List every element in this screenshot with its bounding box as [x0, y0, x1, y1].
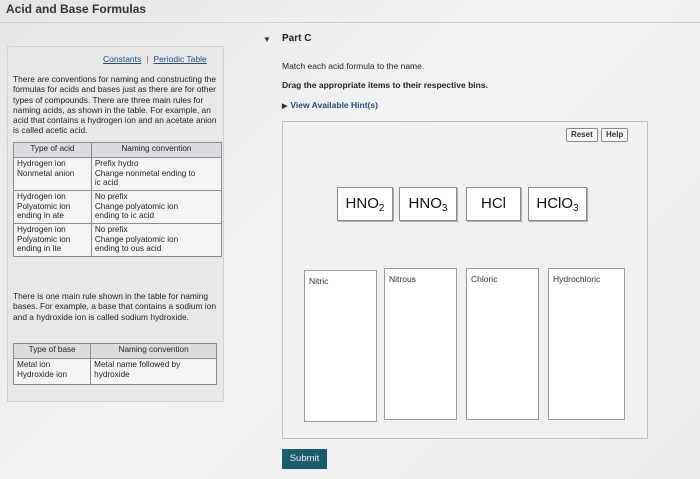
instruction-text: Match each acid formula to the name. [282, 61, 425, 71]
table-cell: Hydrogen ion Polyatomic ion ending in at… [13, 190, 92, 224]
submit-button[interactable]: Submit [282, 449, 327, 469]
table-cell: Hydrogen ion Polyatomic ion ending in it… [13, 223, 92, 257]
view-hints-label: View Available Hint(s) [290, 100, 378, 110]
view-hints-link[interactable]: ▶ View Available Hint(s) [282, 100, 378, 110]
drop-bin-nitric[interactable]: Nitric [304, 270, 377, 422]
help-button[interactable]: Help [601, 128, 629, 142]
tile-formula: HNO [345, 195, 379, 212]
periodic-table-link[interactable]: Periodic Table [154, 54, 207, 64]
tile-formula: HCl [481, 195, 506, 212]
table-cell: Hydrogen ion Nonmetal anion [13, 157, 92, 191]
drop-bin-chloric[interactable]: Chloric [466, 268, 539, 420]
resource-links: Constants | Periodic Table [103, 54, 207, 64]
bin-label: Hydrochloric [553, 274, 601, 284]
table-cell: No prefix Change polyatomic ion ending t… [90, 190, 223, 224]
drop-bin-nitrous[interactable]: Nitrous [384, 268, 457, 420]
base-naming-table: Type of base Naming convention Metal ion… [12, 343, 217, 385]
tile-formula: HClO [536, 195, 574, 212]
link-separator: | [146, 54, 149, 64]
table-row: Hydrogen ion Nonmetal anion Prefix hydro… [13, 157, 223, 191]
base-table-header-convention: Naming convention [90, 343, 217, 359]
table-cell: No prefix Change polyatomic ion ending t… [90, 223, 223, 257]
table-cell: Metal name followed by hydroxide [90, 358, 217, 385]
acid-table-header-convention: Naming convention [90, 142, 223, 158]
acid-table-header-type: Type of acid [13, 142, 92, 158]
constants-link[interactable]: Constants [103, 54, 141, 64]
table-row: Hydrogen ion Polyatomic ion ending in at… [13, 190, 223, 224]
drag-instruction-text: Drag the appropriate items to their resp… [282, 80, 488, 90]
bin-label: Nitric [309, 276, 329, 286]
draggable-tile-hno3[interactable]: HNO3 [399, 187, 457, 221]
divider [0, 22, 700, 23]
expand-triangle-icon: ▶ [282, 103, 288, 110]
drag-drop-workspace: Reset Help HNO2 HNO3 HCl HClO3 Nitric Ni… [282, 121, 648, 439]
base-intro-paragraph: There is one main rule shown in the tabl… [13, 291, 216, 322]
drop-bin-hydrochloric[interactable]: Hydrochloric [548, 268, 625, 420]
draggable-tile-hno2[interactable]: HNO2 [337, 187, 393, 221]
table-row: Hydrogen ion Polyatomic ion ending in it… [13, 223, 223, 257]
draggable-tile-hcl[interactable]: HCl [466, 187, 521, 221]
acid-naming-table: Type of acid Naming convention Hydrogen … [13, 142, 223, 257]
bin-label: Nitrous [389, 274, 416, 284]
tile-formula: HNO [408, 195, 442, 212]
bin-label: Chloric [471, 274, 498, 284]
tile-subscript: 3 [441, 203, 448, 214]
tile-subscript: 3 [573, 203, 579, 214]
page-title: Acid and Base Formulas [6, 2, 147, 16]
collapse-caret-icon[interactable]: ▼ [263, 35, 271, 44]
table-row: Metal ion Hydroxide ion Metal name follo… [12, 358, 217, 385]
table-cell: Metal ion Hydroxide ion [12, 358, 92, 385]
acid-intro-paragraph: There are conventions for naming and con… [13, 74, 217, 136]
tile-subscript: 2 [378, 203, 385, 214]
info-panel: Constants | Periodic Table There are conve… [7, 46, 224, 402]
table-cell: Prefix hydro Change nonmetal ending to i… [90, 157, 223, 191]
reset-button[interactable]: Reset [566, 128, 598, 142]
base-table-header-type: Type of base [12, 343, 92, 359]
draggable-tile-hclo3[interactable]: HClO3 [528, 187, 587, 221]
part-title: Part C [282, 33, 312, 44]
